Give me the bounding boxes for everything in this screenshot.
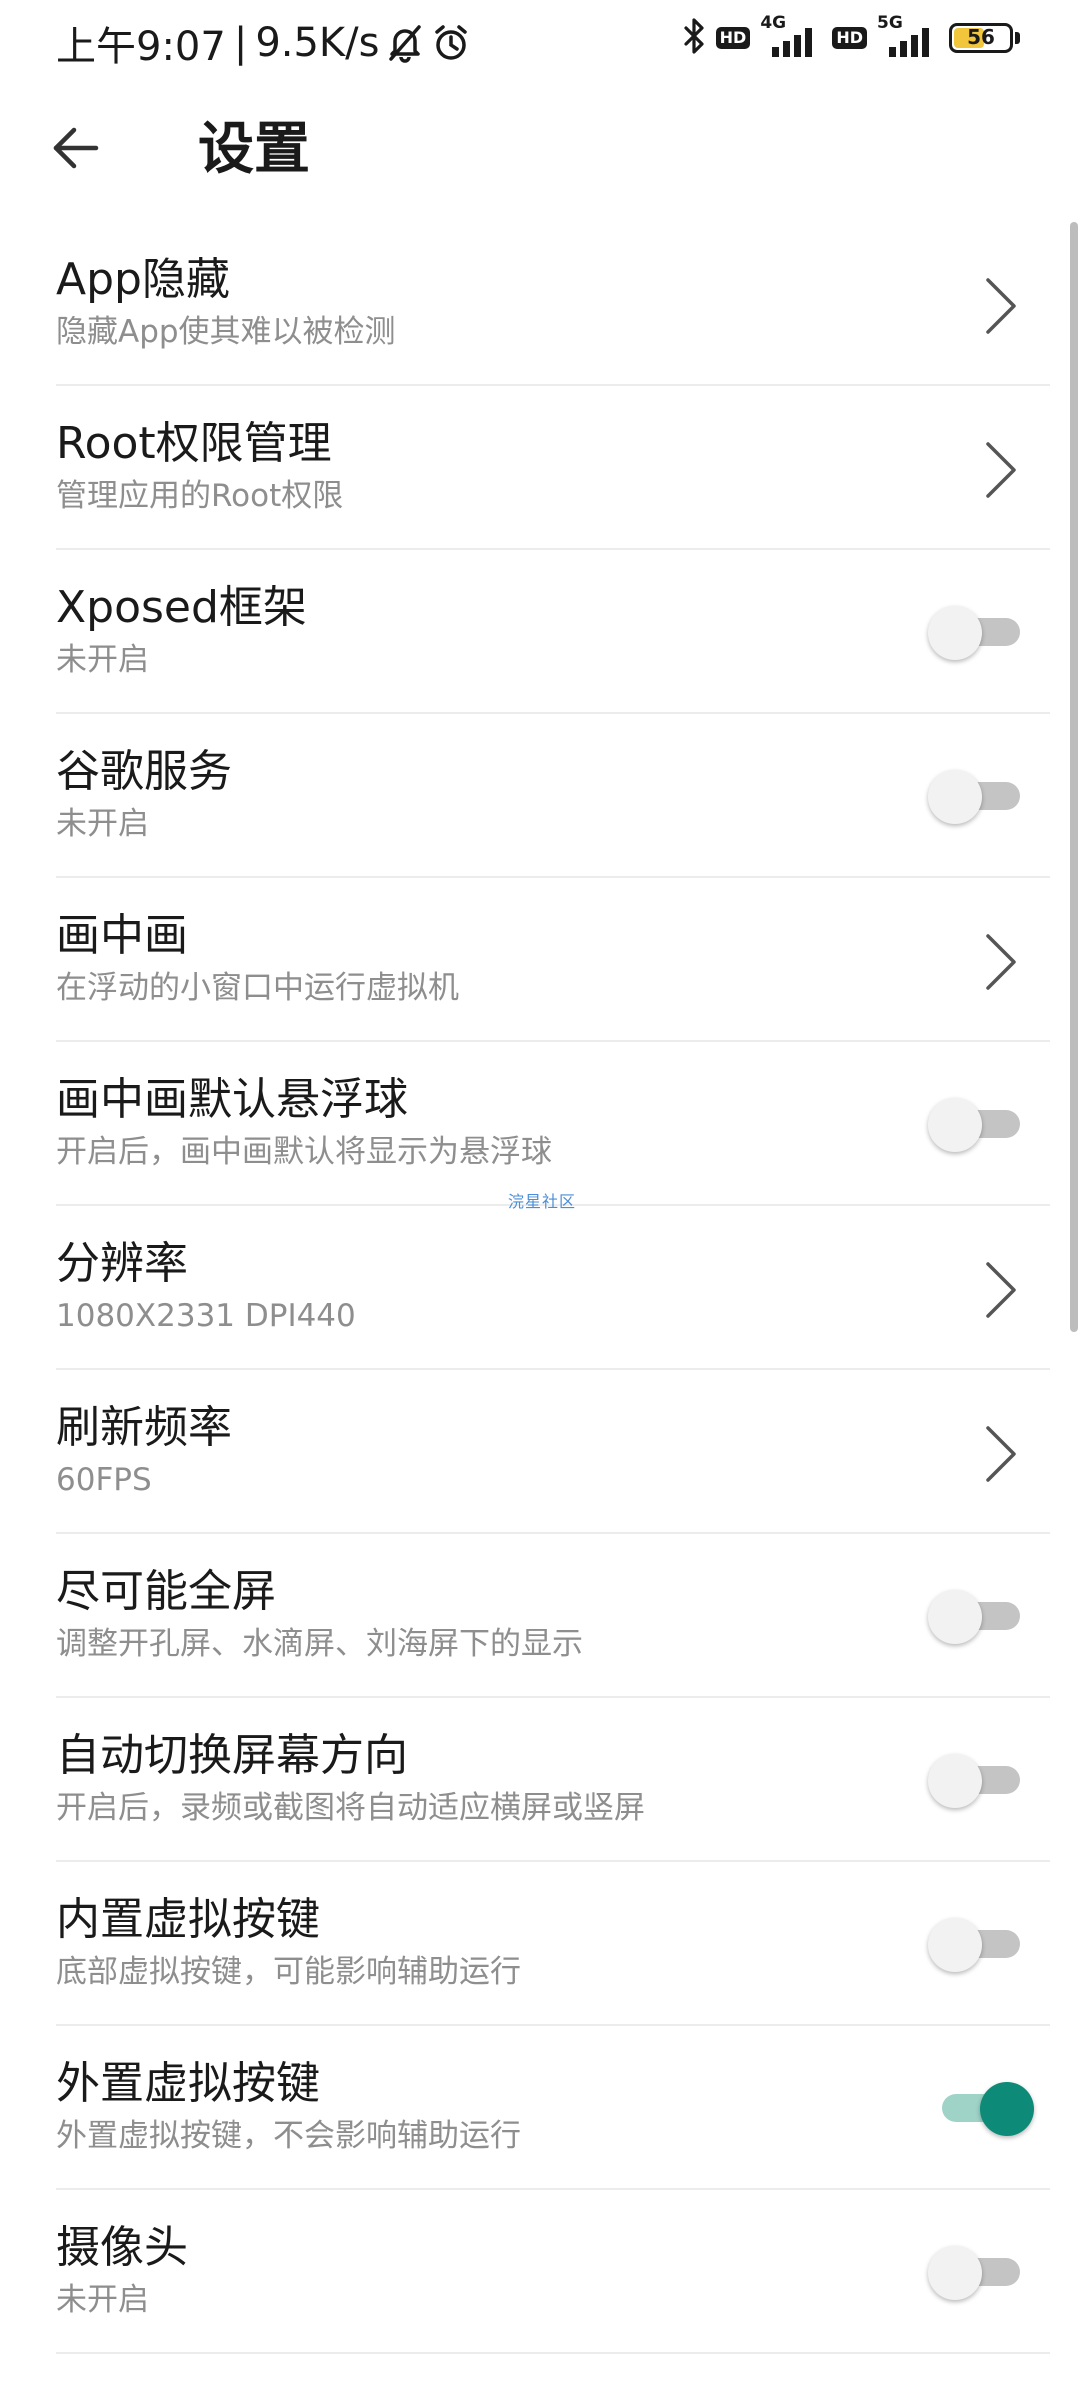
chevron-right-icon bbox=[980, 438, 1020, 502]
chevron-right-icon bbox=[980, 274, 1020, 338]
status-separator: | bbox=[233, 20, 248, 66]
watermark: 浣星社区 bbox=[508, 1192, 577, 1211]
row-subtitle: 未开启 bbox=[56, 2282, 149, 2318]
battery-tip bbox=[1015, 32, 1020, 44]
row-title: Xposed框架 bbox=[56, 582, 307, 633]
arrow-left-icon bbox=[50, 122, 102, 178]
row-title: 自动切换屏幕方向 bbox=[56, 1730, 408, 1781]
toggle-switch[interactable] bbox=[928, 606, 1026, 660]
row-subtitle: 未开启 bbox=[56, 806, 149, 842]
row-title: 画中画默认悬浮球 bbox=[56, 1074, 408, 1125]
status-time: 上午9:07 bbox=[56, 24, 226, 70]
settings-row[interactable]: App隐藏 隐藏App使其难以被检测 bbox=[56, 222, 1050, 386]
settings-row[interactable]: 画中画 在浮动的小窗口中运行虚拟机 bbox=[56, 878, 1050, 1042]
row-title: App隐藏 bbox=[56, 254, 230, 305]
row-subtitle: 隐藏App使其难以被检测 bbox=[56, 314, 396, 350]
row-title: 摄像头 bbox=[56, 2222, 188, 2273]
row-title: 尽可能全屏 bbox=[56, 1566, 276, 1617]
battery-icon: 56 bbox=[949, 23, 1013, 53]
row-subtitle: 1080X2331 DPI440 bbox=[56, 1298, 356, 1334]
status-left: 上午9:07 | 9.5K/s bbox=[56, 14, 471, 72]
hd-badge: HD bbox=[715, 27, 751, 49]
settings-row[interactable]: Root权限管理 管理应用的Root权限 bbox=[56, 386, 1050, 550]
toggle-switch[interactable] bbox=[928, 770, 1026, 824]
settings-row[interactable]: 外置虚拟按键 外置虚拟按键，不会影响辅助运行 bbox=[56, 2026, 1050, 2190]
row-subtitle: 未开启 bbox=[56, 642, 149, 678]
row-title: 谷歌服务 bbox=[56, 746, 232, 797]
toggle-thumb bbox=[980, 2082, 1034, 2136]
row-subtitle: 开启后，录频或截图将自动适应横屏或竖屏 bbox=[56, 1790, 645, 1826]
settings-row[interactable]: Xposed框架 未开启 bbox=[56, 550, 1050, 714]
row-title: 刷新频率 bbox=[56, 1402, 232, 1453]
toggle-thumb bbox=[928, 1098, 982, 1152]
signal-icon: 5G bbox=[877, 13, 939, 59]
toggle-switch[interactable] bbox=[928, 2246, 1026, 2300]
settings-row[interactable]: 摄像头 未开启 bbox=[56, 2190, 1050, 2354]
settings-row[interactable]: 尽可能全屏 调整开孔屏、水滴屏、刘海屏下的显示 bbox=[56, 1534, 1050, 1698]
status-net-speed: 9.5K/s bbox=[255, 20, 380, 66]
app-header: 设置 bbox=[0, 88, 1080, 208]
scrollbar[interactable] bbox=[1070, 222, 1078, 1332]
battery-level: 56 bbox=[967, 25, 995, 49]
row-subtitle: 开启后，画中画默认将显示为悬浮球 bbox=[56, 1134, 552, 1170]
toggle-thumb bbox=[928, 2246, 982, 2300]
toggle-thumb bbox=[928, 606, 982, 660]
toggle-thumb bbox=[928, 1590, 982, 1644]
row-title: 画中画 bbox=[56, 910, 188, 961]
toggle-thumb bbox=[928, 1754, 982, 1808]
toggle-switch[interactable] bbox=[936, 2082, 1034, 2136]
chevron-right-icon bbox=[980, 1422, 1020, 1486]
row-title: 分辨率 bbox=[56, 1238, 188, 1289]
row-subtitle: 底部虚拟按键，可能影响辅助运行 bbox=[56, 1954, 521, 1990]
toggle-switch[interactable] bbox=[928, 1918, 1026, 1972]
chevron-right-icon bbox=[980, 930, 1020, 994]
toggle-switch[interactable] bbox=[928, 1098, 1026, 1152]
row-subtitle: 在浮动的小窗口中运行虚拟机 bbox=[56, 970, 459, 1006]
alarm-icon bbox=[431, 23, 471, 63]
toggle-switch[interactable] bbox=[928, 1590, 1026, 1644]
status-right: HD 4G HD 5G 56 bbox=[682, 13, 1020, 60]
row-subtitle: 调整开孔屏、水滴屏、刘海屏下的显示 bbox=[56, 1626, 583, 1662]
settings-row[interactable]: 自动切换屏幕方向 开启后，录频或截图将自动适应横屏或竖屏 bbox=[56, 1698, 1050, 1862]
toggle-thumb bbox=[928, 1918, 982, 1972]
bell-off-icon bbox=[387, 23, 423, 63]
toggle-switch[interactable] bbox=[928, 1754, 1026, 1808]
bluetooth-icon bbox=[682, 16, 706, 60]
row-title: 内置虚拟按键 bbox=[56, 1894, 320, 1945]
hd-badge: HD bbox=[832, 27, 867, 49]
signal-icon: 4G bbox=[760, 13, 822, 59]
settings-row[interactable]: 分辨率 1080X2331 DPI440 bbox=[56, 1206, 1050, 1370]
row-subtitle: 外置虚拟按键，不会影响辅助运行 bbox=[56, 2118, 521, 2154]
settings-row[interactable]: 画中画默认悬浮球 开启后，画中画默认将显示为悬浮球 bbox=[56, 1042, 1050, 1206]
settings-row[interactable]: 内置虚拟按键 底部虚拟按键，可能影响辅助运行 bbox=[56, 1862, 1050, 2026]
back-button[interactable] bbox=[40, 114, 112, 186]
page-title: 设置 bbox=[198, 117, 310, 182]
chevron-right-icon bbox=[980, 1258, 1020, 1322]
row-subtitle: 管理应用的Root权限 bbox=[56, 478, 344, 514]
toggle-thumb bbox=[928, 770, 982, 824]
settings-list: App隐藏 隐藏App使其难以被检测 Root权限管理 管理应用的Root权限 … bbox=[0, 222, 1080, 2354]
row-title: 外置虚拟按键 bbox=[56, 2058, 320, 2109]
row-title: Root权限管理 bbox=[56, 418, 332, 469]
row-subtitle: 60FPS bbox=[56, 1462, 152, 1498]
settings-row[interactable]: 谷歌服务 未开启 bbox=[56, 714, 1050, 878]
settings-row[interactable]: 刷新频率 60FPS bbox=[56, 1370, 1050, 1534]
status-bar: 上午9:07 | 9.5K/s HD 4G HD 5G 56 bbox=[0, 0, 1080, 80]
